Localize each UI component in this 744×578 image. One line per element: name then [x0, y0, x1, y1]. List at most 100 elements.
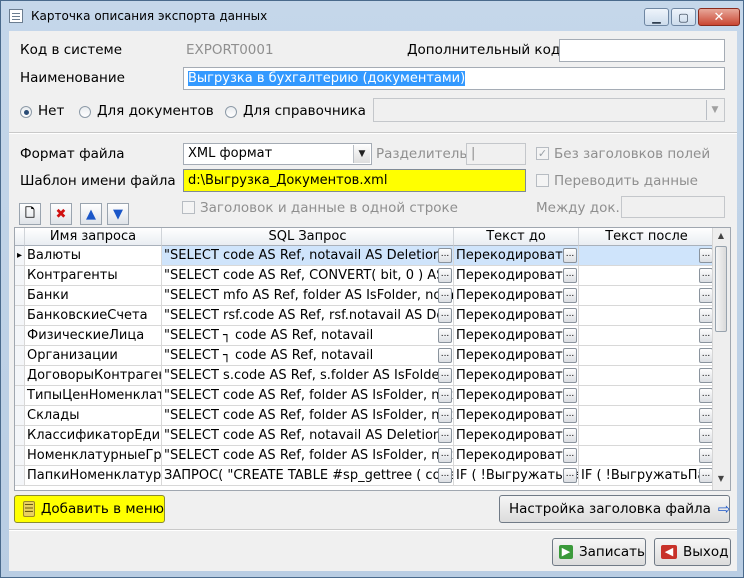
chevron-down-icon[interactable]: ▼ [353, 145, 370, 163]
ellipsis-button[interactable]: ... [563, 408, 577, 423]
cell-name[interactable]: Контрагенты [25, 266, 162, 286]
vertical-scrollbar[interactable]: ▲ ▼ [712, 228, 730, 490]
ellipsis-button[interactable]: ... [699, 248, 713, 263]
cell-before[interactable]: Перекодировать [454, 366, 579, 386]
cell-name[interactable]: Организации [25, 346, 162, 366]
table-row[interactable]: Банки "SELECT mfo AS Ref, folder AS IsFol… [15, 286, 715, 306]
ellipsis-button[interactable]: ... [699, 328, 713, 343]
radio-none-label[interactable]: Нет [38, 103, 64, 119]
cell-sql[interactable]: "SELECT s.code AS Ref, s.folder AS IsFol… [162, 366, 454, 386]
cell-name[interactable]: Склады [25, 406, 162, 426]
cell-name[interactable]: БанковскиеСчета [25, 306, 162, 326]
title-bar[interactable]: Карточка описания экспорта данных ▁ ▢ ✕ [1, 1, 743, 31]
ellipsis-button[interactable]: ... [563, 468, 577, 483]
row-selector[interactable] [15, 366, 25, 386]
ellipsis-button[interactable]: ... [699, 448, 713, 463]
ellipsis-button[interactable]: ... [563, 308, 577, 323]
cell-name[interactable]: НоменклатурныеГруппы [25, 446, 162, 466]
cell-name[interactable]: ФизическиеЛица [25, 326, 162, 346]
row-selector[interactable] [15, 406, 25, 426]
row-selector[interactable] [15, 466, 25, 486]
ellipsis-button[interactable]: ... [699, 368, 713, 383]
cell-after[interactable] [579, 386, 715, 406]
add-row-button[interactable]: 🗋 [19, 203, 41, 225]
ellipsis-button[interactable]: ... [563, 448, 577, 463]
cell-after[interactable] [579, 246, 715, 266]
ellipsis-button[interactable]: ... [699, 388, 713, 403]
move-up-button[interactable]: ▲ [80, 203, 102, 225]
row-selector[interactable] [15, 306, 25, 326]
ellipsis-button[interactable]: ... [563, 288, 577, 303]
cell-sql[interactable]: "SELECT ┐ code AS Ref, notavail [162, 326, 454, 346]
table-row[interactable]: ▸ Валюты "SELECT code AS Ref, notavail AS … [15, 246, 715, 266]
table-row[interactable]: КлассификаторЕдиниц"SELECT code AS Ref, … [15, 426, 715, 446]
cell-before[interactable]: Перекодировать [454, 346, 579, 366]
column-header-name[interactable]: Имя запроса [25, 228, 162, 246]
save-button[interactable]: ▶ Записать [552, 538, 646, 566]
ellipsis-button[interactable]: ... [438, 288, 452, 303]
ellipsis-button[interactable]: ... [438, 428, 452, 443]
ellipsis-button[interactable]: ... [438, 308, 452, 323]
name-field[interactable]: Выгрузка в бухгалтерию (документами) [183, 67, 725, 90]
template-field[interactable]: d:\Выгрузка_Документов.xml [183, 169, 526, 192]
cell-name[interactable]: Банки [25, 286, 162, 306]
cell-sql[interactable]: "SELECT code AS Ref, folder AS IsFolder,… [162, 386, 454, 406]
ellipsis-button[interactable]: ... [438, 468, 452, 483]
table-row[interactable]: ФизическиеЛица "SELECT ┐ code AS Ref, not… [15, 326, 715, 346]
radio-none[interactable] [20, 106, 32, 118]
ellipsis-button[interactable]: ... [699, 468, 713, 483]
cell-sql[interactable]: "SELECT code AS Ref, notavail AS Deletio… [162, 426, 454, 446]
cell-before[interactable]: Перекодировать [454, 426, 579, 446]
table-row[interactable]: ДоговорыКонтрагентов"SELECT s.code AS Re… [15, 366, 715, 386]
cell-before[interactable]: Перекодировать [454, 326, 579, 346]
cell-sql[interactable]: ЗАПРОС( "CREATE TABLE #sp_gettree ( code [162, 466, 454, 486]
cell-after[interactable]: IF ( !ВыгружатьПапки [579, 466, 715, 486]
add-to-menu-button[interactable]: ☰ Добавить в меню [14, 495, 165, 523]
ellipsis-button[interactable]: ... [699, 288, 713, 303]
scroll-thumb[interactable] [715, 246, 727, 332]
ellipsis-button[interactable]: ... [699, 428, 713, 443]
no-headers-checkbox[interactable]: ✓ [536, 147, 549, 160]
file-header-settings-button[interactable]: Настройка заголовка файла ⇨ [499, 495, 730, 523]
cell-after[interactable] [579, 426, 715, 446]
radio-docs-label[interactable]: Для документов [97, 103, 214, 119]
ellipsis-button[interactable]: ... [438, 328, 452, 343]
between-docs-field[interactable] [621, 196, 725, 218]
ellipsis-button[interactable]: ... [438, 248, 452, 263]
minimize-button[interactable]: ▁ [644, 8, 669, 26]
cell-name[interactable]: Валюты [25, 246, 162, 266]
ellipsis-button[interactable]: ... [699, 308, 713, 323]
cell-sql[interactable]: "SELECT code AS Ref, notavail AS Deletio… [162, 246, 454, 266]
exit-button[interactable]: ◀ Выход [654, 538, 731, 566]
cell-after[interactable] [579, 266, 715, 286]
cell-sql[interactable]: "SELECT mfo AS Ref, folder AS IsFolder, … [162, 286, 454, 306]
ellipsis-button[interactable]: ... [563, 268, 577, 283]
close-button[interactable]: ✕ [698, 8, 740, 26]
cell-sql[interactable]: "SELECT rsf.code AS Ref, rsf.notavail AS… [162, 306, 454, 326]
row-selector[interactable]: ▸ [15, 246, 25, 266]
table-row[interactable]: ПапкиНоменклатуры ЗАПРОС( "CREATE TABLE #… [15, 466, 715, 486]
cell-before[interactable]: Перекодировать [454, 306, 579, 326]
cell-after[interactable] [579, 326, 715, 346]
cell-sql[interactable]: "SELECT code AS Ref, folder AS IsFolder,… [162, 446, 454, 466]
column-header-before[interactable]: Текст до [454, 228, 579, 246]
row-selector[interactable] [15, 266, 25, 286]
chevron-down-icon[interactable]: ▼ [706, 100, 723, 120]
cell-name[interactable]: ТипыЦенНоменклатуры [25, 386, 162, 406]
cell-before[interactable]: IF ( !ВыгружатьПапки [454, 466, 579, 486]
scroll-down-icon[interactable]: ▼ [715, 474, 727, 486]
cell-after[interactable] [579, 286, 715, 306]
radio-refs[interactable] [225, 106, 237, 118]
ellipsis-button[interactable]: ... [438, 268, 452, 283]
table-row[interactable]: БанковскиеСчета "SELECT rsf.code AS Ref, … [15, 306, 715, 326]
cell-name[interactable]: ДоговорыКонтрагентов [25, 366, 162, 386]
ellipsis-button[interactable]: ... [699, 348, 713, 363]
cell-before[interactable]: Перекодировать [454, 386, 579, 406]
cell-name[interactable]: ПапкиНоменклатуры [25, 466, 162, 486]
row-selector[interactable] [15, 446, 25, 466]
cell-before[interactable]: Перекодировать [454, 286, 579, 306]
cell-before[interactable]: Перекодировать [454, 266, 579, 286]
ellipsis-button[interactable]: ... [563, 248, 577, 263]
cell-sql[interactable]: "SELECT code AS Ref, folder AS IsFolder,… [162, 406, 454, 426]
table-row[interactable]: Склады "SELECT code AS Ref, folder AS IsF… [15, 406, 715, 426]
